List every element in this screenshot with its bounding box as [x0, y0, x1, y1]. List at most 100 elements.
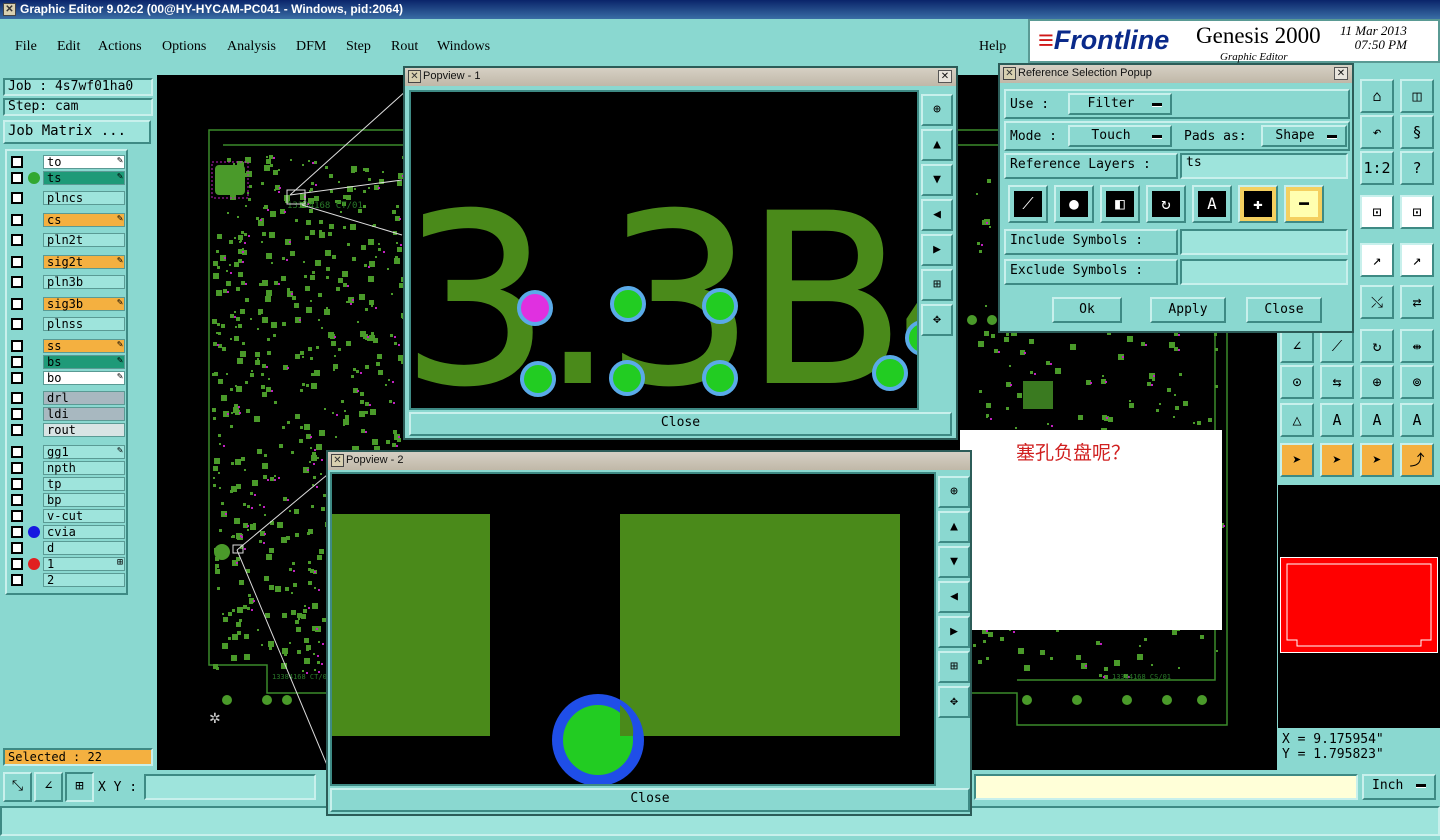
layer-row-ldi[interactable]: ldi	[7, 407, 127, 421]
triangle-a-icon[interactable]: A	[1320, 403, 1354, 437]
layer-checkbox[interactable]	[11, 408, 23, 420]
layer-checkbox[interactable]	[11, 526, 23, 538]
layer-name[interactable]: sig3b	[43, 297, 125, 311]
select-poly-icon[interactable]: ➤	[1360, 443, 1394, 477]
menu-analysis[interactable]: Analysis	[227, 39, 276, 55]
cut-icon[interactable]: ⇆	[1320, 365, 1354, 399]
layer-checkbox[interactable]	[11, 542, 23, 554]
layer-row-npth[interactable]: npth	[7, 461, 127, 475]
select-icon[interactable]: ➤	[1280, 443, 1314, 477]
menu-dfm[interactable]: DFM	[296, 39, 326, 55]
layer-row-plnss[interactable]: plnss	[7, 317, 127, 331]
measure-icon[interactable]: ∠	[34, 772, 63, 802]
job-matrix-button[interactable]: Job Matrix ...	[3, 120, 151, 144]
popview-2-canvas[interactable]	[330, 472, 936, 786]
layer-name[interactable]: bs	[43, 355, 125, 369]
layer-row-cs[interactable]: cs ✎	[7, 213, 127, 227]
surface-feature-icon[interactable]: ◧	[1100, 185, 1140, 223]
include-symbols-input[interactable]	[1180, 229, 1348, 255]
arrow-up-icon[interactable]: ↗	[1360, 243, 1394, 277]
include-symbols-button[interactable]: Include Symbols :	[1004, 229, 1178, 255]
layer-checkbox[interactable]	[11, 192, 23, 204]
pan-left-icon[interactable]: ◀	[938, 581, 970, 613]
positive-icon[interactable]: ✚	[1238, 185, 1278, 223]
layer-name[interactable]: d	[43, 541, 125, 555]
layer-row-1[interactable]: 1 ⊞	[7, 557, 127, 571]
route-icon[interactable]: §	[1400, 115, 1434, 149]
select-box-icon[interactable]: ➤	[1320, 443, 1354, 477]
layer-row-pln3b[interactable]: pln3b	[7, 275, 127, 289]
pan-left-icon[interactable]: ◀	[921, 199, 953, 231]
negative-icon[interactable]: ━	[1284, 185, 1324, 223]
layer-row-sig2t[interactable]: sig2t ✎	[7, 255, 127, 269]
scale-icon[interactable]: 1:2	[1360, 151, 1394, 185]
zoom-in-icon[interactable]: ⊕	[938, 476, 970, 508]
pad-feature-icon[interactable]: ●	[1054, 185, 1094, 223]
layer-name[interactable]: 1	[43, 557, 125, 571]
triangle-c-icon[interactable]: A	[1400, 403, 1434, 437]
layer-name[interactable]: cs	[43, 213, 125, 227]
layer-checkbox[interactable]	[11, 356, 23, 368]
layer-row-ts[interactable]: ts ✎	[7, 171, 127, 185]
close-button[interactable]: Close	[1246, 297, 1322, 323]
layer-checkbox[interactable]	[11, 462, 23, 474]
layer-name[interactable]: pln2t	[43, 233, 125, 247]
layer-checkbox[interactable]	[11, 276, 23, 288]
layer-row-2[interactable]: 2	[7, 573, 127, 587]
link-icon[interactable]: ⤯	[1360, 285, 1394, 319]
menu-step[interactable]: Step	[346, 39, 371, 55]
layer-checkbox[interactable]	[11, 214, 23, 226]
menu-options[interactable]: Options	[162, 39, 206, 55]
text-feature-icon[interactable]: A	[1192, 185, 1232, 223]
reference-layers-button[interactable]: Reference Layers :	[1004, 153, 1178, 179]
layer-checkbox[interactable]	[11, 234, 23, 246]
layer-row-bs[interactable]: bs ✎	[7, 355, 127, 369]
menu-edit[interactable]: Edit	[57, 39, 80, 55]
exclude-symbols-button[interactable]: Exclude Symbols :	[1004, 259, 1178, 285]
line-feature-icon[interactable]: ⟋	[1008, 185, 1048, 223]
window-icon[interactable]: ◫	[1400, 79, 1434, 113]
layer-row-bp[interactable]: bp	[7, 493, 127, 507]
layer-name[interactable]: v-cut	[43, 509, 125, 523]
layer-name[interactable]: plnss	[43, 317, 125, 331]
arc-feature-icon[interactable]: ↻	[1146, 185, 1186, 223]
rotate-icon[interactable]: ↻	[1360, 329, 1394, 363]
layer-checkbox[interactable]	[11, 478, 23, 490]
flip-icon[interactable]: ⇄	[1400, 285, 1434, 319]
layer-row-drl[interactable]: drl	[7, 391, 127, 405]
undo-zoom-icon[interactable]: ↶	[1360, 115, 1394, 149]
snap-pad-icon[interactable]: ⊡	[1360, 195, 1394, 229]
menu-help[interactable]: Help	[979, 39, 1006, 55]
menu-actions[interactable]: Actions	[98, 39, 142, 55]
layer-row-bo[interactable]: bo ✎	[7, 371, 127, 385]
layer-row-pln2t[interactable]: pln2t	[7, 233, 127, 247]
layer-name[interactable]: ss	[43, 339, 125, 353]
menu-file[interactable]: File	[15, 39, 37, 55]
menu-rout[interactable]: Rout	[391, 39, 418, 55]
layer-checkbox[interactable]	[11, 558, 23, 570]
layer-checkbox[interactable]	[11, 372, 23, 384]
snap-center-icon[interactable]: ⊡	[1400, 195, 1434, 229]
layer-name[interactable]: cvia	[43, 525, 125, 539]
menu-windows[interactable]: Windows	[437, 39, 490, 55]
layer-checkbox[interactable]	[11, 424, 23, 436]
triangle-icon[interactable]: △	[1280, 403, 1314, 437]
use-dropdown[interactable]: Filter	[1068, 93, 1172, 115]
pan-down-icon[interactable]: ▼	[921, 164, 953, 196]
move-icon[interactable]: ⊙	[1280, 365, 1314, 399]
layer-name[interactable]: tp	[43, 477, 125, 491]
zoom-in-icon[interactable]: ⊕	[921, 94, 953, 126]
zoom-fit-icon[interactable]: ⤡	[3, 772, 32, 802]
xy-input[interactable]	[144, 774, 316, 800]
board-overview[interactable]	[1280, 557, 1438, 653]
pan-right-icon[interactable]: ▶	[921, 234, 953, 266]
layer-name[interactable]: to	[43, 155, 125, 169]
layer-row-v-cut[interactable]: v-cut	[7, 509, 127, 523]
ok-button[interactable]: Ok	[1052, 297, 1122, 323]
layer-name[interactable]: drl	[43, 391, 125, 405]
layer-name[interactable]: bp	[43, 493, 125, 507]
layer-name[interactable]: pln3b	[43, 275, 125, 289]
fit-center-icon[interactable]: ✥	[921, 304, 953, 336]
layer-checkbox[interactable]	[11, 494, 23, 506]
layer-row-d[interactable]: d	[7, 541, 127, 555]
